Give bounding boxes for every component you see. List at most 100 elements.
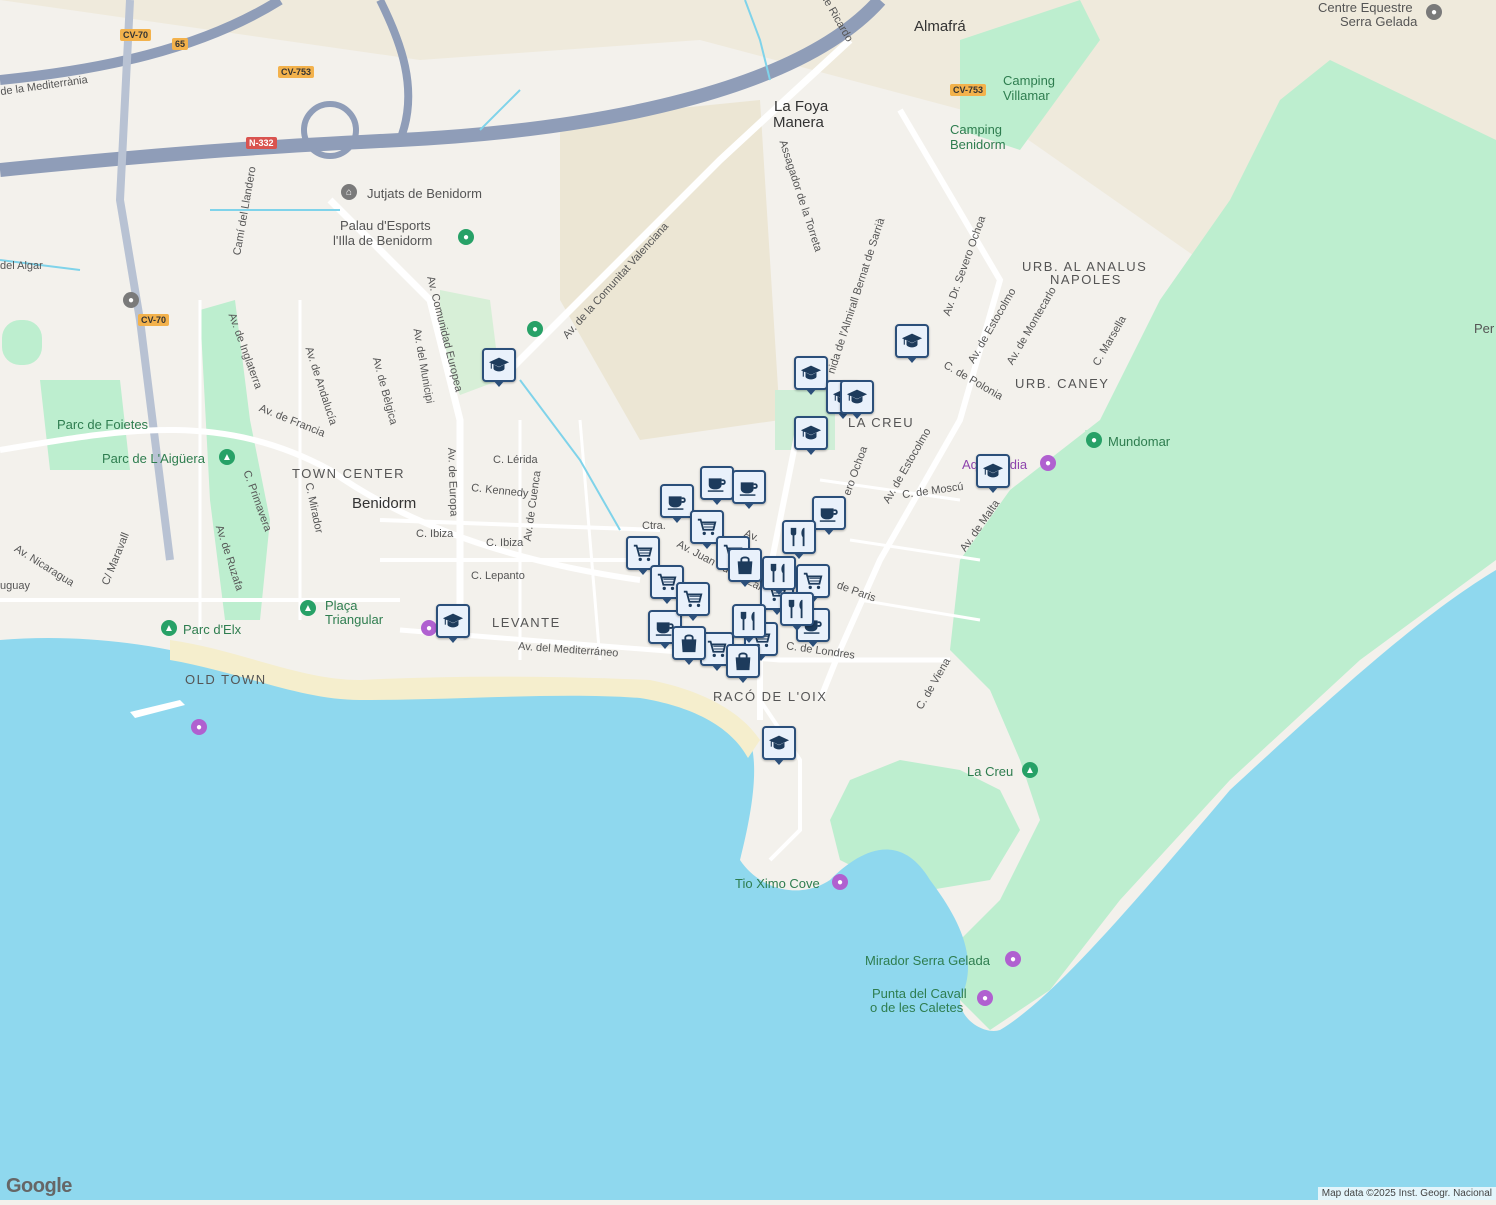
label-old-town: OLD TOWN bbox=[185, 672, 267, 687]
label-centre-equestre-2: Serra Gelada bbox=[1340, 14, 1418, 29]
graduation-cap-icon bbox=[488, 354, 510, 376]
label-levante: LEVANTE bbox=[492, 615, 561, 630]
label-napoles: NAPOLES bbox=[1050, 272, 1122, 287]
map-attribution[interactable]: Map data ©2025 Inst. Geogr. Nacional bbox=[1317, 1187, 1496, 1200]
label-camping-villamar: Camping bbox=[1003, 73, 1056, 88]
shopping-cart-icon bbox=[706, 638, 728, 660]
camera-icon: ● bbox=[191, 719, 207, 735]
street-europa: Av. de Europa bbox=[445, 447, 460, 517]
label-urb-caney: URB. CANEY bbox=[1015, 376, 1110, 391]
stadium-icon: ● bbox=[458, 229, 474, 245]
marker-shopping[interactable] bbox=[728, 548, 762, 587]
marker-school[interactable] bbox=[436, 604, 470, 643]
shopping-bag-icon bbox=[732, 650, 754, 672]
shopping-cart-icon bbox=[656, 571, 678, 593]
peak-icon: ▲ bbox=[1022, 762, 1038, 778]
marker-shopping[interactable] bbox=[672, 626, 706, 665]
road-shield-cv753-right: CV-753 bbox=[950, 84, 987, 96]
road-shield-cv70-mid: CV-70 bbox=[138, 314, 170, 326]
coffee-cup-icon bbox=[666, 490, 688, 512]
label-almafra: Almafrá bbox=[914, 18, 966, 35]
courthouse-icon: ⌂ bbox=[341, 184, 357, 200]
label-per: Per bbox=[1474, 321, 1495, 336]
map-canvas[interactable]: Almafrá La Foya Manera Centre Equestre S… bbox=[0, 0, 1496, 1200]
label-palau: Palau d'Esports bbox=[340, 218, 431, 233]
label-punta-2: o de les Caletes bbox=[870, 1000, 964, 1015]
label-town-center: TOWN CENTER bbox=[292, 466, 406, 481]
camera-icon: ● bbox=[1005, 951, 1021, 967]
plaza-icon: ▲ bbox=[300, 600, 316, 616]
fork-knife-icon bbox=[738, 610, 760, 632]
marker-restaurant[interactable] bbox=[762, 556, 796, 595]
marker-school[interactable] bbox=[976, 454, 1010, 493]
marker-cafe[interactable] bbox=[812, 496, 846, 535]
fork-knife-icon bbox=[768, 562, 790, 584]
label-parc-elx: Parc d'Elx bbox=[183, 622, 242, 637]
equestrian-icon: ● bbox=[1426, 4, 1442, 20]
marker-restaurant[interactable] bbox=[780, 592, 814, 631]
label-manera: Manera bbox=[773, 114, 824, 131]
label-parc-foietes: Parc de Foietes bbox=[57, 417, 149, 432]
marker-school[interactable] bbox=[794, 416, 828, 455]
road-shield-cv70: CV-70 bbox=[120, 29, 152, 41]
label-la-foya: La Foya bbox=[774, 98, 829, 115]
marker-cafe[interactable] bbox=[700, 466, 734, 505]
label-del-algar: del Algar bbox=[0, 260, 43, 272]
label-centre-equestre: Centre Equestre bbox=[1318, 0, 1413, 15]
marker-grocery[interactable] bbox=[676, 582, 710, 621]
aqualandia-icon: ● bbox=[1040, 455, 1056, 471]
street-ctra: Ctra. bbox=[642, 520, 666, 532]
marker-school[interactable] bbox=[482, 348, 516, 387]
transit-icon: ● bbox=[123, 292, 139, 308]
graduation-cap-icon bbox=[800, 422, 822, 444]
road-shield-n332: N-332 bbox=[246, 137, 277, 149]
label-mundomar: Mundomar bbox=[1108, 434, 1171, 449]
graduation-cap-icon bbox=[982, 460, 1004, 482]
marker-restaurant[interactable] bbox=[732, 604, 766, 643]
label-palau-2: l'Illa de Benidorm bbox=[333, 233, 433, 248]
marker-school[interactable] bbox=[895, 324, 929, 363]
label-placa: Plaça bbox=[325, 598, 358, 613]
label-punta: Punta del Cavall bbox=[872, 986, 967, 1001]
graduation-cap-icon bbox=[901, 330, 923, 352]
graduation-cap-icon bbox=[846, 386, 868, 408]
shopping-bag-icon bbox=[734, 554, 756, 576]
label-camping-benidorm-2: Benidorm bbox=[950, 137, 1006, 152]
street-lerida: C. Lérida bbox=[493, 454, 538, 466]
label-uguay: uguay bbox=[0, 580, 30, 592]
label-jutjats: Jutjats de Benidorm bbox=[367, 186, 482, 201]
camera-icon: ● bbox=[421, 620, 437, 636]
shopping-cart-icon bbox=[632, 542, 654, 564]
label-camping-benidorm: Camping bbox=[950, 122, 1003, 137]
road-shield-cv753: CV-753 bbox=[278, 66, 315, 78]
coffee-cup-icon bbox=[818, 502, 840, 524]
paw-icon: ● bbox=[1086, 432, 1102, 448]
label-camping-villamar-2: Villamar bbox=[1003, 88, 1050, 103]
park-icon: ▲ bbox=[219, 449, 235, 465]
street-ibiza-1: C. Ibiza bbox=[416, 528, 454, 540]
parc-elx-icon: ▲ bbox=[161, 620, 177, 636]
graduation-cap-icon bbox=[800, 362, 822, 384]
marker-cafe[interactable] bbox=[732, 470, 766, 509]
label-raco-oix: RACÓ DE L'OIX bbox=[713, 689, 828, 704]
fork-knife-icon bbox=[788, 526, 810, 548]
marker-school[interactable] bbox=[840, 380, 874, 419]
marker-restaurant[interactable] bbox=[782, 520, 816, 559]
label-tio-ximo: Tio Ximo Cove bbox=[735, 876, 820, 891]
shopping-cart-icon bbox=[696, 516, 718, 538]
marker-school[interactable] bbox=[762, 726, 796, 765]
marker-shopping[interactable] bbox=[726, 644, 760, 683]
fork-knife-icon bbox=[786, 598, 808, 620]
map-background bbox=[0, 0, 1496, 1200]
shopping-cart-icon bbox=[682, 588, 704, 610]
camera-icon: ● bbox=[977, 990, 993, 1006]
label-parc-aiguera: Parc de L'Aigüera bbox=[102, 451, 205, 466]
google-logo: Google bbox=[6, 1175, 72, 1197]
marker-cafe[interactable] bbox=[660, 484, 694, 523]
marker-school[interactable] bbox=[794, 356, 828, 395]
label-mirador: Mirador Serra Gelada bbox=[865, 953, 990, 968]
coffee-cup-icon bbox=[738, 476, 760, 498]
label-benidorm: Benidorm bbox=[352, 495, 417, 512]
place-icon: ● bbox=[527, 321, 543, 337]
graduation-cap-icon bbox=[768, 732, 790, 754]
